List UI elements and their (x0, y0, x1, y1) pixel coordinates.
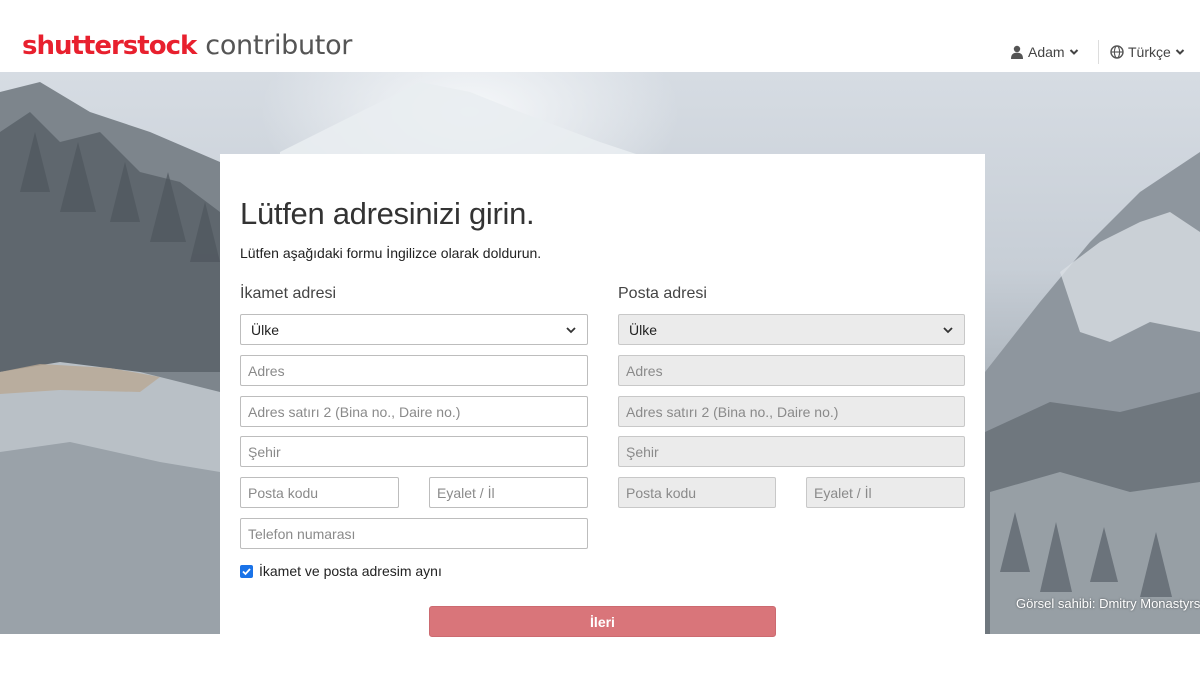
checkmark-icon (242, 567, 251, 575)
same-address-label: İkamet ve posta adresim aynı (259, 563, 442, 579)
nav-divider (1098, 40, 1099, 64)
residence-country-select[interactable]: Ülke (240, 314, 588, 345)
page-title: Lütfen adresinizi girin. (240, 196, 535, 231)
mailing-country-value: Ülke (629, 321, 658, 338)
residence-phone-input[interactable] (240, 518, 588, 549)
language-menu[interactable]: Türkçe (1110, 44, 1185, 60)
next-button[interactable]: İleri (429, 606, 776, 637)
mailing-city-input[interactable] (618, 436, 965, 467)
shutterstock-logo[interactable]: shutterstock contributor (22, 30, 352, 64)
mailing-heading: Posta adresi (618, 285, 707, 302)
photo-credit: Görsel sahibi: Dmitry Monastyrs (1016, 596, 1200, 611)
address-form-card: Lütfen adresinizi girin. Lütfen aşağıdak… (220, 154, 985, 649)
residence-postal-input[interactable] (240, 477, 399, 508)
residence-state-input[interactable] (429, 477, 588, 508)
user-icon (1011, 45, 1023, 59)
same-address-checkbox[interactable] (240, 564, 253, 578)
residence-address-input[interactable] (240, 355, 588, 386)
user-menu[interactable]: Adam (1010, 44, 1079, 60)
chevron-down-icon (1069, 49, 1078, 55)
chevron-down-icon (1175, 49, 1185, 55)
logo-brand: shutterstock (22, 31, 197, 61)
residence-city-input[interactable] (240, 436, 588, 467)
same-address-row[interactable]: İkamet ve posta adresim aynı (240, 563, 442, 579)
form-instructions: Lütfen aşağıdaki formu İngilizce olarak … (240, 245, 542, 261)
chevron-down-icon (943, 326, 953, 333)
mailing-country-select[interactable]: Ülke (618, 314, 965, 345)
mailing-address-input[interactable] (618, 355, 965, 386)
residence-heading: İkamet adresi (240, 285, 337, 302)
top-bar: shutterstock contributor Adam Türkçe (0, 0, 1200, 72)
mailing-state-input[interactable] (806, 477, 965, 508)
residence-country-value: Ülke (251, 321, 280, 338)
language-label: Türkçe (1128, 44, 1171, 60)
globe-icon (1110, 45, 1124, 59)
residence-address2-input[interactable] (240, 396, 588, 427)
mailing-address2-input[interactable] (618, 396, 965, 427)
chevron-down-icon (566, 326, 576, 333)
mailing-postal-input[interactable] (618, 477, 776, 508)
user-name: Adam (1028, 44, 1065, 60)
logo-product: contributor (205, 30, 353, 61)
